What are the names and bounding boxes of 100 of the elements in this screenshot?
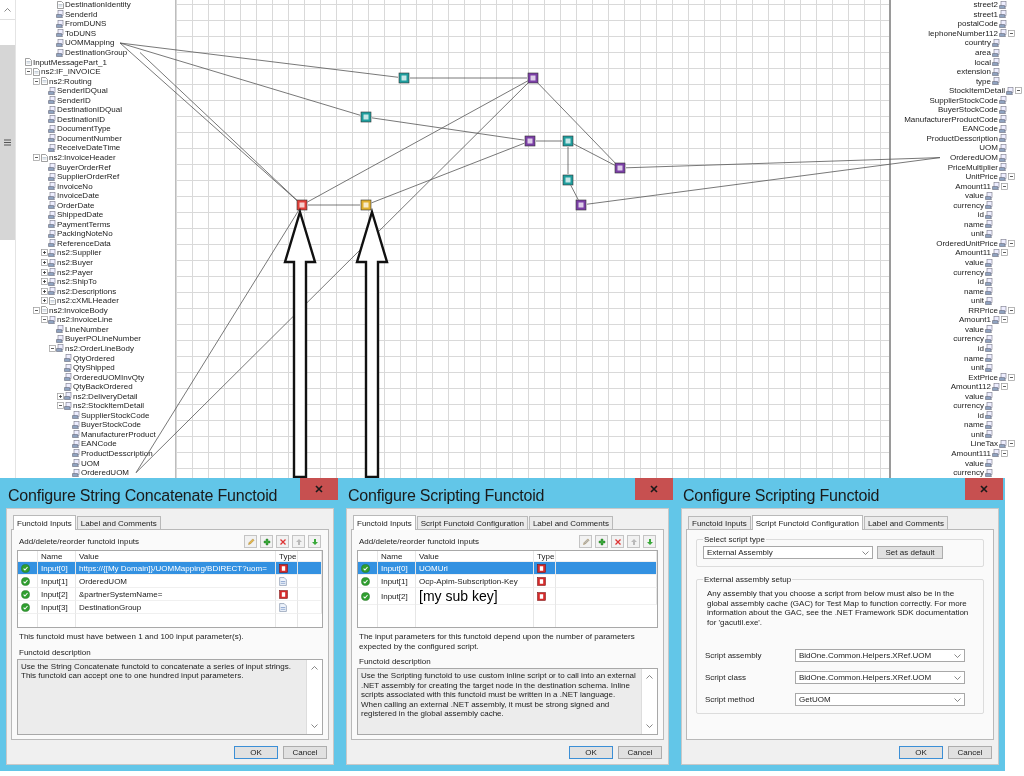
tree-node-label[interactable]: ns2:InvoiceLine [56, 315, 114, 325]
tree-node-label[interactable]: currency [952, 267, 985, 277]
tree-node-label[interactable]: OrderedUOM [80, 468, 130, 478]
tree-node-label[interactable]: InvoiceDate [56, 191, 101, 201]
tree-node-label[interactable]: FromDUNS [64, 19, 108, 29]
functoid-icon[interactable] [575, 199, 587, 211]
tree-node-label[interactable]: SenderIDQual [56, 86, 109, 96]
tree-node-label[interactable]: currency [952, 468, 985, 478]
dropdown[interactable]: GetUOM [795, 693, 965, 706]
table-row[interactable]: Input[2] &partnerSystemName= [18, 588, 322, 601]
tree-node-label[interactable]: street2 [972, 0, 999, 10]
tree-node-label[interactable]: ns2:DeliveryDetail [72, 391, 139, 401]
tree-node-label[interactable]: ToDUNS [64, 28, 98, 38]
expand-toggle[interactable] [40, 249, 48, 257]
tree-node-label[interactable]: ns2:ShipTo [56, 277, 98, 287]
dropdown[interactable]: BidOne.Common.Helpers.XRef.UOM [795, 671, 965, 684]
tree-node-label[interactable]: QtyShipped [72, 363, 116, 373]
ok-button[interactable]: OK [899, 746, 943, 759]
functoid-icon[interactable] [562, 174, 574, 186]
expand-toggle[interactable] [40, 278, 48, 286]
cancel-button[interactable]: Cancel [283, 746, 327, 759]
expand-toggle[interactable] [40, 259, 48, 267]
collapse-toggle[interactable] [32, 77, 40, 85]
tree-node-label[interactable]: BuyerPOLineNumber [64, 334, 143, 344]
tree-node-label[interactable]: currency [952, 401, 985, 411]
collapse-toggle[interactable] [56, 402, 64, 410]
move-down-button[interactable] [308, 535, 321, 548]
tree-node-label[interactable]: name [963, 286, 985, 296]
tree-node-label[interactable]: Amount11 [954, 181, 992, 191]
tree-node-label[interactable]: DestinationIDQual [56, 105, 123, 115]
functoid-icon[interactable] [527, 72, 539, 84]
tree-node-label[interactable]: RRPrice [967, 305, 999, 315]
tree-node-label[interactable]: unit [970, 296, 985, 306]
tree-node-label[interactable]: unit [970, 429, 985, 439]
tree-node-label[interactable]: OrderedUOM [949, 153, 999, 162]
functoid-icon[interactable] [614, 162, 626, 174]
tree-node-label[interactable]: unit [970, 229, 985, 239]
tree-node-label[interactable]: DocumentType [56, 124, 112, 134]
tree-node-label[interactable]: InvoiceNo [56, 181, 94, 191]
tab[interactable]: Functoid Inputs [13, 515, 76, 530]
tree-node-label[interactable]: local [973, 57, 992, 67]
tree-node-label[interactable]: SenderID [56, 95, 92, 105]
table-row[interactable]: Input[1] OrderedUOM [18, 575, 322, 588]
add-button[interactable] [260, 535, 273, 548]
delete-button[interactable] [276, 535, 289, 548]
tree-node-label[interactable]: value [963, 391, 985, 401]
expand-toggle[interactable] [40, 297, 48, 305]
tab[interactable]: Functoid Inputs [353, 515, 416, 530]
cancel-button[interactable]: Cancel [948, 746, 992, 759]
tree-node-label[interactable]: BuyerStockCode [936, 105, 999, 115]
tree-node-label[interactable]: ns2:Descriptions [56, 286, 118, 296]
expand-toggle[interactable] [40, 287, 48, 295]
collapse-toggle[interactable] [1007, 29, 1015, 37]
collapse-toggle[interactable] [1007, 373, 1015, 381]
tree-node-label[interactable]: ns2:IF_INVOICE [40, 67, 102, 77]
tree-node-label[interactable]: UnitPrice [964, 172, 999, 182]
tab[interactable]: Label and Comments [528, 516, 613, 529]
tree-node-label[interactable]: DocumentNumber [56, 133, 123, 143]
expand-toggle[interactable] [40, 268, 48, 276]
tree-node-label[interactable]: id [976, 210, 985, 220]
tree-node-label[interactable]: DestinationGroup [64, 48, 129, 57]
table-row[interactable]: Input[3] DestinationGroup [18, 601, 322, 614]
tree-node-label[interactable]: id [976, 410, 985, 420]
tree-node-label[interactable]: Amount112 [949, 382, 992, 392]
tree-node-label[interactable]: EANCode [961, 124, 999, 134]
tree-node-label[interactable]: ns2:Supplier [56, 248, 103, 258]
tree-node-label[interactable]: DestinationIdentity [64, 0, 132, 10]
dropdown[interactable]: External Assembly [703, 546, 873, 559]
tree-node-label[interactable]: ExtPrice [967, 372, 999, 382]
tree-node-label[interactable]: PaymentTerms [56, 219, 112, 229]
tree-node-label[interactable]: Amount111 [950, 448, 992, 458]
tree-node-label[interactable]: InputMessagePart_1 [32, 57, 108, 67]
collapse-toggle[interactable] [40, 316, 48, 324]
collapse-toggle[interactable] [32, 306, 40, 314]
collapse-toggle[interactable] [1007, 239, 1015, 247]
collapse-toggle[interactable] [24, 68, 32, 76]
functoid-icon[interactable] [360, 199, 372, 211]
tree-node-label[interactable]: currency [952, 334, 985, 344]
tree-node-label[interactable]: SupplierStockCode [928, 95, 999, 105]
tree-node-label[interactable]: ns2:cXMLHeader [56, 296, 120, 306]
tree-node-label[interactable]: street1 [972, 9, 999, 19]
tree-node-label[interactable]: unit [970, 363, 985, 373]
tree-node-label[interactable]: value [963, 458, 985, 468]
table-row[interactable]: Input[1] Ocp-Apim-Subscription-Key [358, 575, 657, 588]
tree-node-label[interactable]: PackingNoteNo [56, 229, 114, 239]
tree-node-label[interactable]: extension [955, 67, 992, 77]
tree-node-label[interactable]: ns2:Payer [56, 267, 95, 277]
functoid-icon[interactable] [296, 199, 308, 211]
tab[interactable]: Script Functoid Configuration [751, 515, 863, 530]
cancel-button[interactable]: Cancel [618, 746, 662, 759]
tree-node-label[interactable]: id [976, 343, 985, 353]
collapse-toggle[interactable] [1014, 87, 1022, 95]
tree-node-label[interactable]: QtyBackOrdered [72, 382, 134, 392]
tree-node-label[interactable]: area [974, 48, 992, 57]
tree-node-label[interactable]: ShippedDate [56, 210, 105, 220]
collapse-toggle[interactable] [48, 344, 56, 352]
collapse-toggle[interactable] [1000, 182, 1008, 190]
tree-node-label[interactable]: ns2:StockItemDetail [72, 401, 146, 411]
collapse-toggle[interactable] [32, 154, 40, 161]
tree-node-label[interactable]: lephoneNumber112 [927, 28, 999, 38]
